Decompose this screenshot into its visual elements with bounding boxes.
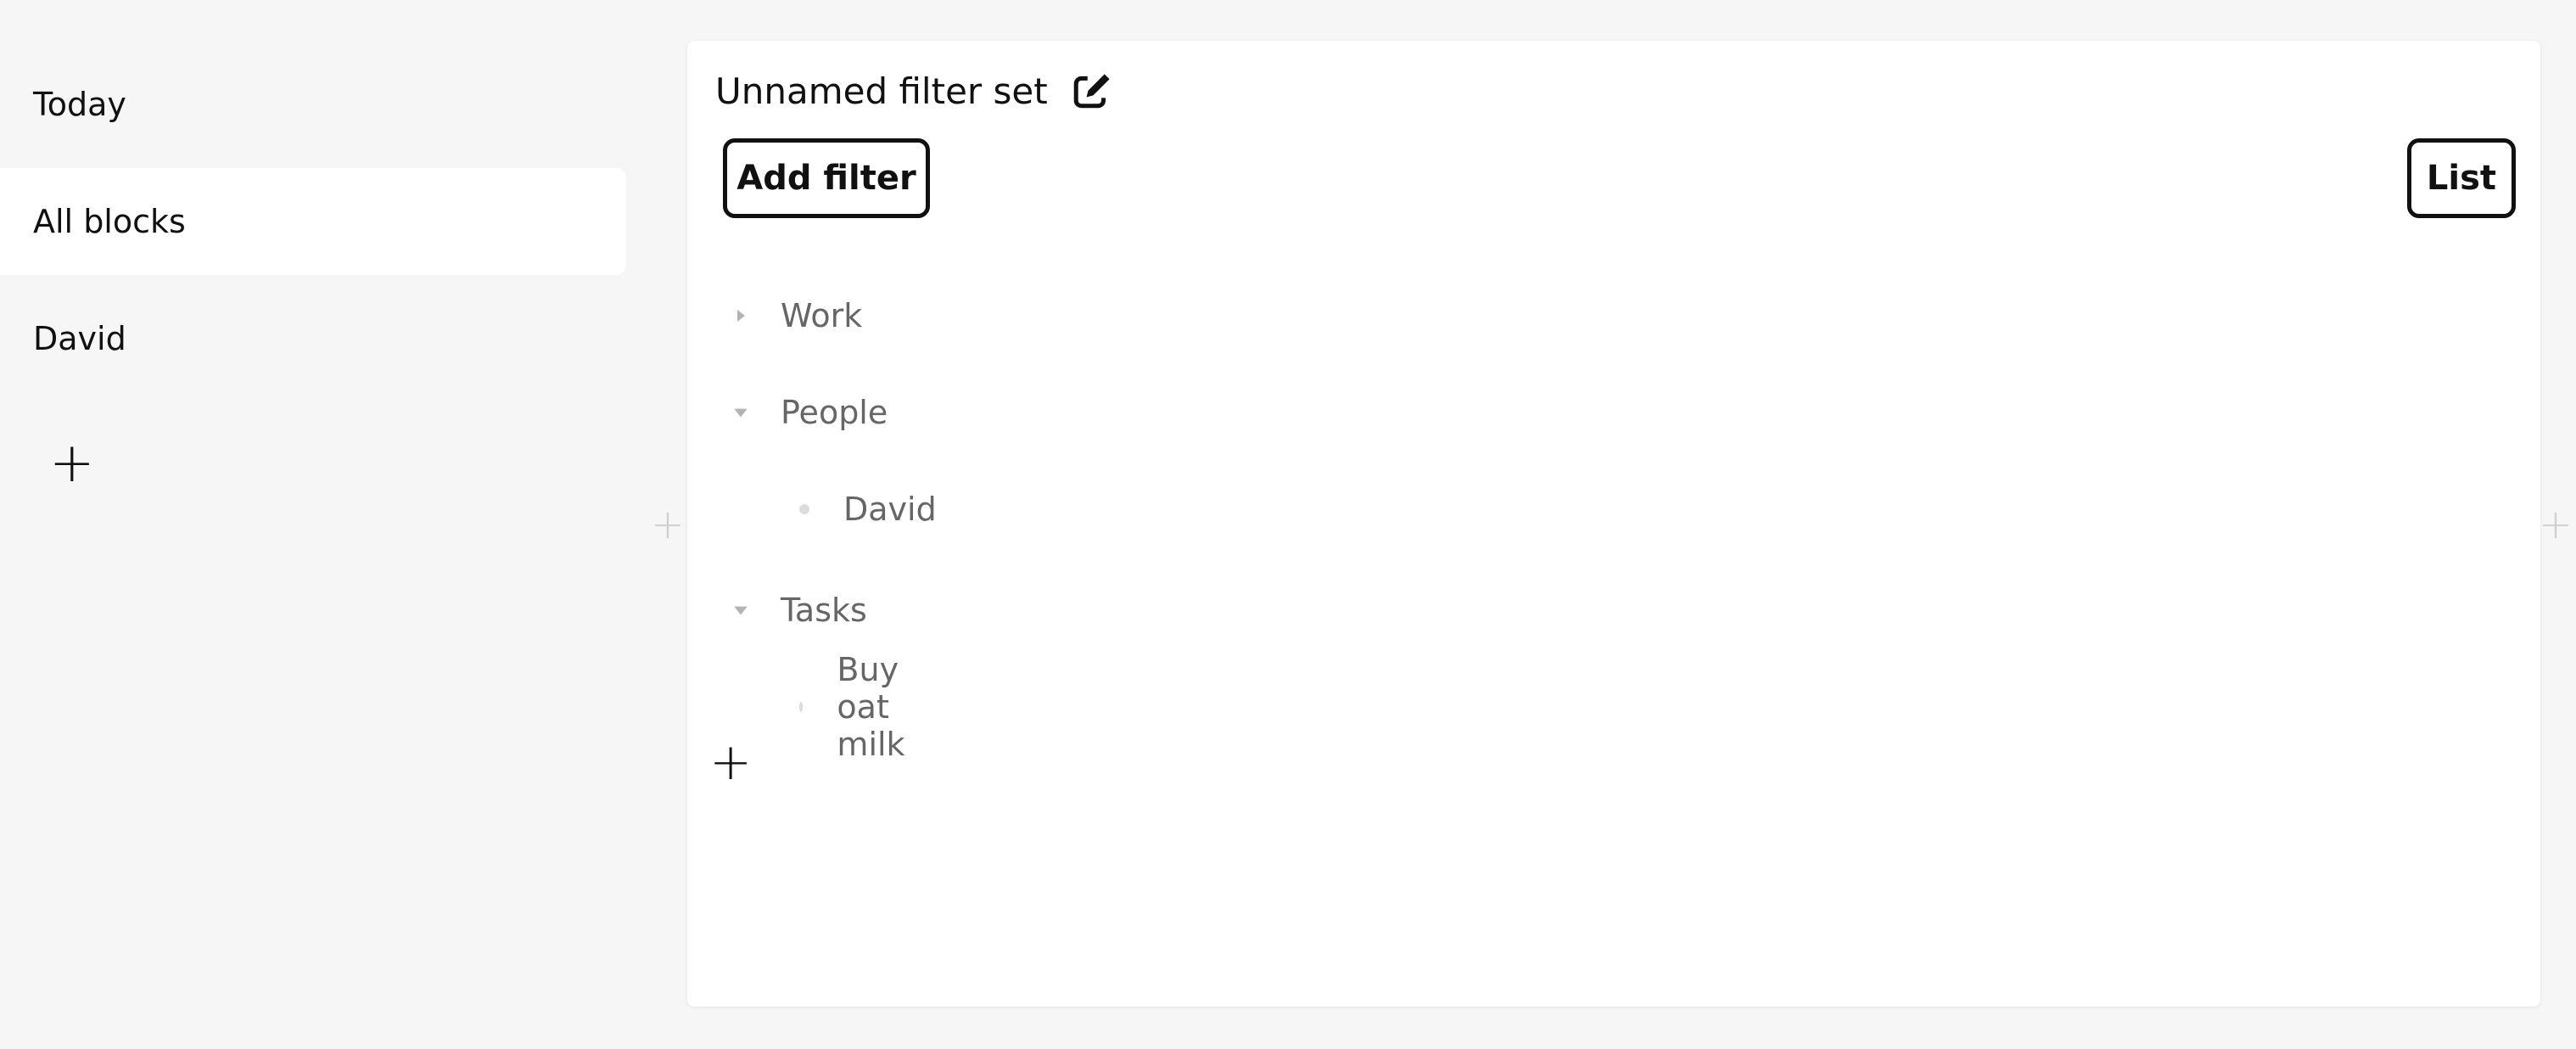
tree-item-label[interactable]: Buy oat milk (837, 651, 911, 763)
add-block-plus-icon[interactable]: + (709, 737, 752, 788)
tree-row-david: David (799, 484, 937, 535)
caret-right-icon[interactable] (728, 303, 753, 328)
tree-row-work: Work (728, 290, 862, 341)
panel-header: Unnamed filter set (715, 65, 1114, 117)
sidebar-item-label: Today (33, 86, 126, 123)
edit-icon[interactable] (1072, 70, 1114, 112)
tree-row-tasks: Tasks (728, 585, 867, 636)
panel-title[interactable]: Unnamed filter set (715, 70, 1048, 112)
sidebar-item-label: David (33, 320, 126, 357)
tree-item-label[interactable]: People (781, 394, 888, 431)
bullet-icon (799, 702, 804, 712)
sidebar: Today All blocks David (0, 51, 626, 402)
tree-row-buy-oat-milk: Buy oat milk (799, 651, 911, 763)
bullet-icon (799, 504, 809, 514)
view-mode-button[interactable]: List (2407, 138, 2516, 218)
add-filter-button[interactable]: Add filter (723, 138, 930, 218)
filter-panel: Unnamed filter set Add filter List Work … (687, 41, 2540, 1007)
tree-row-people: People (728, 387, 888, 438)
app-root: Today All blocks David + + + Unnamed fil… (0, 0, 2576, 1049)
sidebar-item-label: All blocks (33, 203, 186, 240)
sidebar-item-today[interactable]: Today (0, 51, 626, 158)
sidebar-item-david[interactable]: David (0, 285, 626, 392)
tree-item-label[interactable]: Work (781, 297, 862, 334)
add-view-plus-icon[interactable]: + (49, 436, 95, 491)
caret-down-icon[interactable] (728, 400, 753, 425)
tree-item-label[interactable]: David (843, 491, 937, 528)
tree-item-label[interactable]: Tasks (781, 592, 867, 629)
caret-down-icon[interactable] (728, 597, 753, 623)
add-panel-right-plus-icon[interactable]: + (2537, 504, 2574, 545)
sidebar-item-all-blocks[interactable]: All blocks (0, 168, 626, 275)
add-panel-left-plus-icon[interactable]: + (649, 504, 686, 545)
